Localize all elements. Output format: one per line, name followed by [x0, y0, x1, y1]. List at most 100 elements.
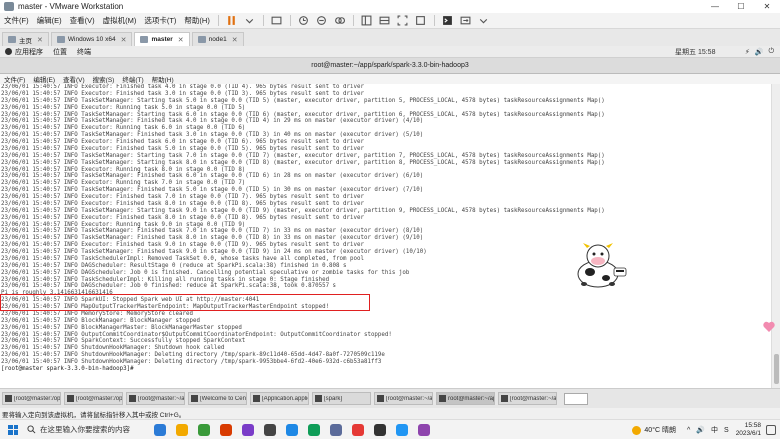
- pinned-app-icon[interactable]: [286, 423, 298, 436]
- guest-clock[interactable]: 星期五 15:58: [675, 47, 715, 57]
- tab-node1[interactable]: node1 ✕: [191, 32, 244, 46]
- unity-icon[interactable]: [414, 15, 428, 27]
- maximize-button[interactable]: ☐: [728, 0, 754, 13]
- dropdown-icon[interactable]: [477, 15, 491, 27]
- thumbnail-icon[interactable]: [378, 15, 392, 27]
- input-method-icon[interactable]: S: [724, 427, 729, 434]
- scrollbar-thumb[interactable]: [774, 354, 779, 384]
- minimize-button[interactable]: —: [702, 0, 728, 13]
- ime-indicator[interactable]: 中: [711, 425, 718, 435]
- pinned-app-icon[interactable]: [352, 423, 364, 436]
- terminal-title-bar: root@master:~/app/spark/spark-3.3.0-bin-…: [0, 58, 780, 74]
- volume-icon[interactable]: 🔊: [755, 48, 764, 56]
- pause-icon[interactable]: [225, 15, 239, 27]
- terminal-line: 23/06/01 15:40:57 INFO TaskSchedulerImpl…: [1, 255, 364, 262]
- terminal-scrollbar[interactable]: [771, 84, 780, 388]
- window-controls: — ☐ ✕: [702, 0, 780, 13]
- dropdown-icon[interactable]: [243, 15, 257, 27]
- term-menu-search[interactable]: 搜索(S): [89, 74, 119, 84]
- close-button[interactable]: ✕: [754, 0, 780, 13]
- taskbar-clock[interactable]: 15:58 2023/6/1: [736, 422, 761, 438]
- tab-label: master: [151, 36, 173, 43]
- pinned-app-icon[interactable]: [264, 423, 276, 436]
- terminal-line: 23/06/01 15:40:57 INFO DAGScheduler: Res…: [1, 262, 347, 269]
- library-icon[interactable]: [360, 15, 374, 27]
- menu-view[interactable]: 查看(V): [66, 15, 99, 26]
- close-icon[interactable]: ✕: [232, 36, 238, 44]
- pinned-app-icon[interactable]: [154, 423, 166, 436]
- task-label: [root@master:/opt/h...: [76, 395, 122, 402]
- close-icon[interactable]: ✕: [37, 36, 43, 44]
- terminal-line: 23/06/01 15:40:57 INFO SparkContext: Suc…: [1, 338, 246, 345]
- terminal-line: 23/06/01 15:40:57 INFO ShutdownHookManag…: [1, 352, 385, 359]
- term-menu-edit[interactable]: 编辑(E): [29, 74, 59, 84]
- pinned-app-icon[interactable]: [418, 423, 430, 436]
- pinned-app-icon[interactable]: [374, 423, 386, 436]
- guest-task-button[interactable]: [root@master:/opt/h...: [64, 392, 123, 405]
- tray-overflow-icon[interactable]: ^: [687, 427, 690, 434]
- heart-sticker-icon: [763, 321, 775, 332]
- tab-home[interactable]: 主页 ✕: [2, 32, 49, 46]
- notification-icon[interactable]: [766, 425, 776, 435]
- terminal-menu[interactable]: 终端: [72, 47, 96, 57]
- task-label: [Welcome to CentO...: [200, 395, 246, 402]
- terminal-icon: [67, 395, 74, 402]
- guest-task-button[interactable]: [root@master:~/app/...: [498, 392, 557, 405]
- terminal-line: 23/06/01 15:40:57 INFO Executor: Finishe…: [1, 214, 364, 221]
- menu-help[interactable]: 帮助(H): [180, 15, 213, 26]
- guest-task-button[interactable]: [Welcome to CentO...: [188, 392, 247, 405]
- applications-menu[interactable]: 应用程序: [0, 47, 48, 57]
- menu-edit[interactable]: 编辑(E): [33, 15, 66, 26]
- menu-tabs[interactable]: 选项卡(T): [140, 15, 180, 26]
- power-icon[interactable]: ⏻: [768, 48, 774, 56]
- tab-label: node1: [208, 36, 227, 43]
- tab-master[interactable]: master ✕: [134, 32, 190, 46]
- pinned-app-icon[interactable]: [198, 423, 210, 436]
- pinned-app-icon[interactable]: [220, 423, 232, 436]
- cow-sticker-icon: [577, 243, 627, 288]
- terminal-output[interactable]: 23/06/01 15:40:57 INFO Executor: Finishe…: [0, 84, 771, 388]
- guest-task-button[interactable]: [root@master:~/app...: [374, 392, 433, 405]
- pinned-apps: [149, 423, 435, 436]
- weather-widget[interactable]: 40°C 晴朗: [632, 425, 676, 435]
- pinned-app-icon[interactable]: [396, 423, 408, 436]
- close-icon[interactable]: ✕: [121, 36, 127, 44]
- pinned-app-icon[interactable]: [176, 423, 188, 436]
- term-menu-file[interactable]: 文件(F): [0, 74, 29, 84]
- guest-task-button[interactable]: [root@master:~/app/...: [126, 392, 185, 405]
- send-keys-icon[interactable]: [270, 15, 284, 27]
- places-menu[interactable]: 位置: [48, 47, 72, 57]
- start-button[interactable]: [8, 424, 18, 435]
- menu-vm[interactable]: 虚拟机(M): [99, 15, 141, 26]
- terminal-line: 23/06/01 15:40:57 INFO Executor: Finishe…: [1, 242, 364, 249]
- pinned-app-icon[interactable]: [242, 423, 254, 436]
- pinned-app-icon[interactable]: [308, 423, 320, 436]
- snapshot-manager-icon[interactable]: [333, 15, 347, 27]
- workspace-switcher[interactable]: [564, 392, 588, 405]
- taskbar-search[interactable]: 在这里输入你要搜索的内容: [27, 423, 145, 437]
- terminal-line: 23/06/01 15:40:57 INFO TaskSetManager: F…: [1, 173, 424, 180]
- tab-windows-10[interactable]: Windows 10 x64 ✕: [50, 32, 133, 46]
- guest-task-button[interactable]: root@master:~/app/...: [436, 392, 495, 405]
- stretch-icon[interactable]: [459, 15, 473, 27]
- windows-taskbar: 在这里输入你要搜索的内容 40°C 晴朗 ^ 🔊 中 S 15:58 2023/…: [0, 419, 780, 439]
- term-menu-view[interactable]: 查看(V): [59, 74, 89, 84]
- terminal-line: 23/06/01 15:40:57 INFO TaskSetManager: F…: [1, 187, 424, 194]
- guest-task-button[interactable]: [root@master:/opt/...: [2, 392, 61, 405]
- fullscreen-icon[interactable]: [396, 15, 410, 27]
- guest-task-button[interactable]: [spark]: [312, 392, 371, 405]
- revert-snapshot-icon[interactable]: [315, 15, 329, 27]
- console-icon[interactable]: [441, 15, 455, 27]
- vm-icon: [56, 36, 65, 43]
- menu-file[interactable]: 文件(F): [0, 15, 33, 26]
- applications-icon: [5, 48, 12, 55]
- system-tray: 40°C 晴朗 ^ 🔊 中 S 15:58 2023/6/1: [632, 420, 776, 439]
- pinned-app-icon[interactable]: [330, 423, 342, 436]
- guest-task-button[interactable]: [Application.applicat...: [250, 392, 309, 405]
- term-menu-help[interactable]: 帮助(H): [148, 74, 178, 84]
- close-icon[interactable]: ✕: [178, 36, 184, 44]
- term-menu-terminal[interactable]: 终端(T): [118, 74, 147, 84]
- volume-icon[interactable]: 🔊: [696, 426, 705, 434]
- network-icon[interactable]: ⚡: [745, 48, 750, 56]
- snapshot-icon[interactable]: [297, 15, 311, 27]
